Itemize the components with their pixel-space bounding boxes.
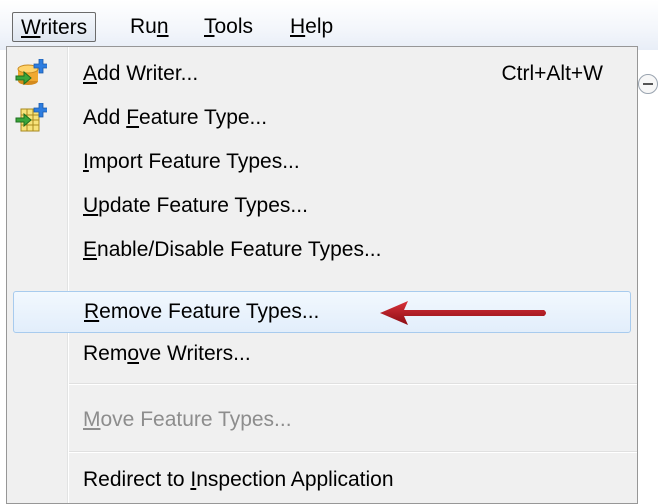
menu-bar: Writers Run Tools Help	[0, 0, 658, 50]
menu-item-label: Move Feature Types...	[83, 408, 292, 431]
annotation-arrow	[380, 301, 546, 325]
menu-tools[interactable]: Tools	[204, 12, 253, 42]
menu-item-shortcut: Ctrl+Alt+W	[501, 62, 603, 85]
menu-label-mnemonic: n	[156, 15, 169, 38]
menu-item-label: Redirect to Inspection Application	[83, 468, 394, 491]
menu-label-mnemonic: W	[21, 16, 41, 39]
menu-item-label: Add Feature Type...	[83, 106, 268, 129]
menu-item-redirect-inspection[interactable]: Redirect to Inspection Application	[7, 461, 637, 499]
add-feature-type-icon	[15, 102, 49, 133]
writers-dropdown-menu: Add Writer... Ctrl+Alt+W Add Feature Typ…	[6, 46, 638, 504]
menu-item-label: Enable/Disable Feature Types...	[83, 238, 382, 261]
menu-item-add-feature-type[interactable]: Add Feature Type...	[7, 99, 637, 137]
menu-separator	[69, 383, 637, 385]
menu-item-label: Import Feature Types...	[83, 150, 300, 173]
menu-item-remove-writers[interactable]: Remove Writers...	[7, 335, 637, 373]
menu-run[interactable]: Run	[130, 12, 169, 42]
menu-separator	[69, 451, 637, 453]
menu-item-label: Remove Feature Types...	[84, 300, 320, 323]
menu-label-part: Ru	[130, 15, 157, 38]
menu-item-move-feature-types: Move Feature Types...	[7, 401, 637, 439]
zoom-out-icon	[638, 74, 658, 94]
menu-label-part: riters	[40, 16, 88, 39]
menu-item-import-feature-types[interactable]: Import Feature Types...	[7, 143, 637, 181]
menu-item-label: Add Writer...	[83, 62, 199, 85]
menu-label-part: elp	[305, 15, 334, 38]
menu-item-enable-disable-feature-types[interactable]: Enable/Disable Feature Types...	[7, 231, 637, 269]
menu-item-label: Remove Writers...	[83, 342, 251, 365]
menu-item-update-feature-types[interactable]: Update Feature Types...	[7, 187, 637, 225]
menu-help[interactable]: Help	[290, 12, 333, 42]
menu-label-mnemonic: T	[204, 15, 215, 38]
menu-item-add-writer[interactable]: Add Writer... Ctrl+Alt+W	[7, 55, 637, 93]
menu-writers[interactable]: Writers	[12, 12, 97, 42]
menu-item-label: Update Feature Types...	[83, 194, 308, 217]
add-writer-icon	[15, 58, 49, 89]
menu-label-part: ools	[214, 15, 254, 38]
menu-label-mnemonic: H	[290, 15, 306, 38]
